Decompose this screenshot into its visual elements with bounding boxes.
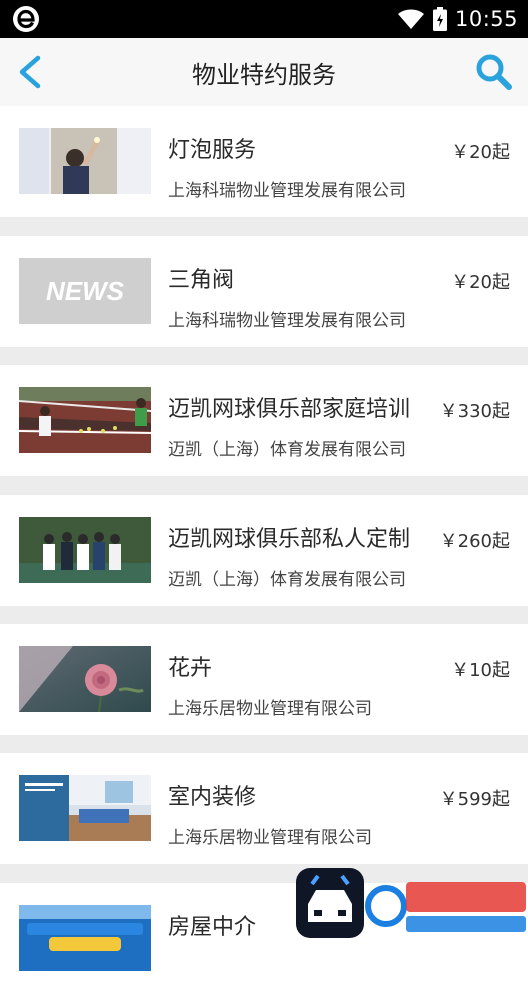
- service-name: 迈凯网球俱乐部私人定制: [168, 527, 411, 552]
- tennis-private-thumbnail: [19, 517, 151, 583]
- service-company: 上海科瑞物业管理发展有限公司: [168, 181, 406, 201]
- service-price: ￥20起: [451, 142, 510, 163]
- svg-text:NEWS: NEWS: [46, 276, 125, 306]
- lightbulb-service-thumbnail: [19, 128, 151, 194]
- service-company: 迈凯（上海）体育发展有限公司: [168, 570, 406, 590]
- service-item[interactable]: 灯泡服务 ￥20起 上海科瑞物业管理发展有限公司: [0, 106, 528, 217]
- page-title: 物业特约服务: [192, 60, 336, 89]
- real-estate-agency-thumbnail: [19, 905, 151, 971]
- news-placeholder-thumbnail: NEWS: [19, 258, 151, 324]
- service-company: 上海科瑞物业管理发展有限公司: [168, 311, 406, 331]
- service-item[interactable]: 室内装修 ￥599起 上海乐居物业管理有限公司: [0, 753, 528, 864]
- service-name: 灯泡服务: [168, 138, 257, 163]
- nav-bar: 物业特约服务: [0, 38, 528, 106]
- service-price: ￥20起: [451, 272, 510, 293]
- battery-icon: [432, 7, 447, 31]
- service-name: 迈凯网球俱乐部家庭培训: [168, 397, 411, 422]
- browser-app-icon: [13, 6, 39, 32]
- service-company: 上海乐居物业管理有限公司: [168, 828, 372, 848]
- service-company: 迈凯（上海）体育发展有限公司: [168, 440, 406, 460]
- search-icon[interactable]: [474, 52, 514, 92]
- service-price: ￥10起: [451, 660, 510, 681]
- flowers-thumbnail: [19, 646, 151, 712]
- service-price: ￥260起: [439, 531, 510, 552]
- service-item[interactable]: 迈凯网球俱乐部家庭培训 ￥330起 迈凯（上海）体育发展有限公司: [0, 365, 528, 476]
- service-price: ￥599起: [439, 789, 510, 810]
- service-name: 花卉: [168, 656, 213, 681]
- status-bar: 10:55: [0, 0, 528, 38]
- tennis-family-thumbnail: [19, 387, 151, 453]
- service-name: 三角阀: [168, 268, 235, 293]
- service-item[interactable]: 迈凯网球俱乐部私人定制 ￥260起 迈凯（上海）体育发展有限公司: [0, 495, 528, 606]
- service-item[interactable]: 花卉 ￥10起 上海乐居物业管理有限公司: [0, 624, 528, 735]
- interior-decoration-thumbnail: [19, 775, 151, 841]
- service-name: 房屋中介: [168, 915, 257, 940]
- service-price: ￥330起: [439, 401, 510, 422]
- service-name: 室内装修: [168, 785, 257, 810]
- service-item[interactable]: NEWS 三角阀 ￥20起 上海科瑞物业管理发展有限公司: [0, 236, 528, 347]
- watermark-logo: [294, 866, 528, 940]
- service-company: 上海乐居物业管理有限公司: [168, 699, 372, 719]
- status-time: 10:55: [454, 7, 518, 31]
- back-arrow-icon[interactable]: [14, 54, 48, 90]
- wifi-icon: [397, 9, 424, 29]
